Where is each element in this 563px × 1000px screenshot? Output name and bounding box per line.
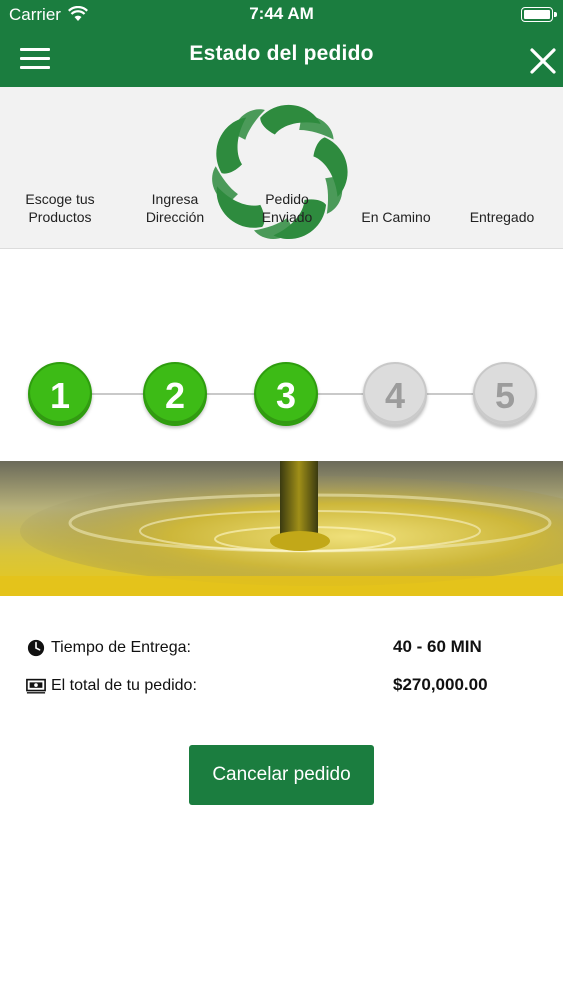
delivery-time-label: Tiempo de Entrega: bbox=[51, 639, 191, 656]
delivery-time-value: 40 - 60 MIN bbox=[393, 637, 482, 656]
step-label: Pedido Enviado bbox=[261, 191, 313, 225]
order-total-value: $270,000.00 bbox=[393, 675, 488, 694]
order-total-label: El total de tu pedido: bbox=[51, 677, 197, 694]
step-number: 4 bbox=[363, 362, 427, 426]
step-label: Entregado bbox=[469, 209, 535, 225]
money-icon bbox=[26, 678, 46, 694]
step-number: 3 bbox=[254, 362, 318, 426]
status-bar: Carrier 7:44 AM bbox=[0, 0, 563, 30]
clock-time: 7:44 AM bbox=[249, 4, 314, 23]
page-title: Estado del pedido bbox=[189, 42, 374, 65]
close-icon[interactable] bbox=[528, 46, 558, 76]
clock-icon bbox=[27, 639, 45, 657]
top-bar: Carrier 7:44 AM Estado del pedido bbox=[0, 0, 563, 87]
battery-icon bbox=[521, 7, 557, 22]
order-total-row: El total de tu pedido: $270,000.00 bbox=[26, 675, 536, 701]
olive-oil-pour-image bbox=[0, 461, 563, 596]
delivery-time-row: Tiempo de Entrega: 40 - 60 MIN bbox=[26, 637, 536, 663]
cancel-order-button[interactable]: Cancelar pedido bbox=[189, 745, 374, 805]
step-number: 2 bbox=[143, 362, 207, 426]
step-label: Ingresa Dirección bbox=[145, 191, 205, 225]
step-number: 5 bbox=[473, 362, 537, 426]
step-label: Escoge tus Productos bbox=[25, 191, 95, 225]
step-label: En Camino bbox=[361, 209, 431, 225]
order-progress-steps: Escoge tus Productos 1 Ingresa Dirección… bbox=[0, 191, 563, 440]
step-number: 1 bbox=[28, 362, 92, 426]
